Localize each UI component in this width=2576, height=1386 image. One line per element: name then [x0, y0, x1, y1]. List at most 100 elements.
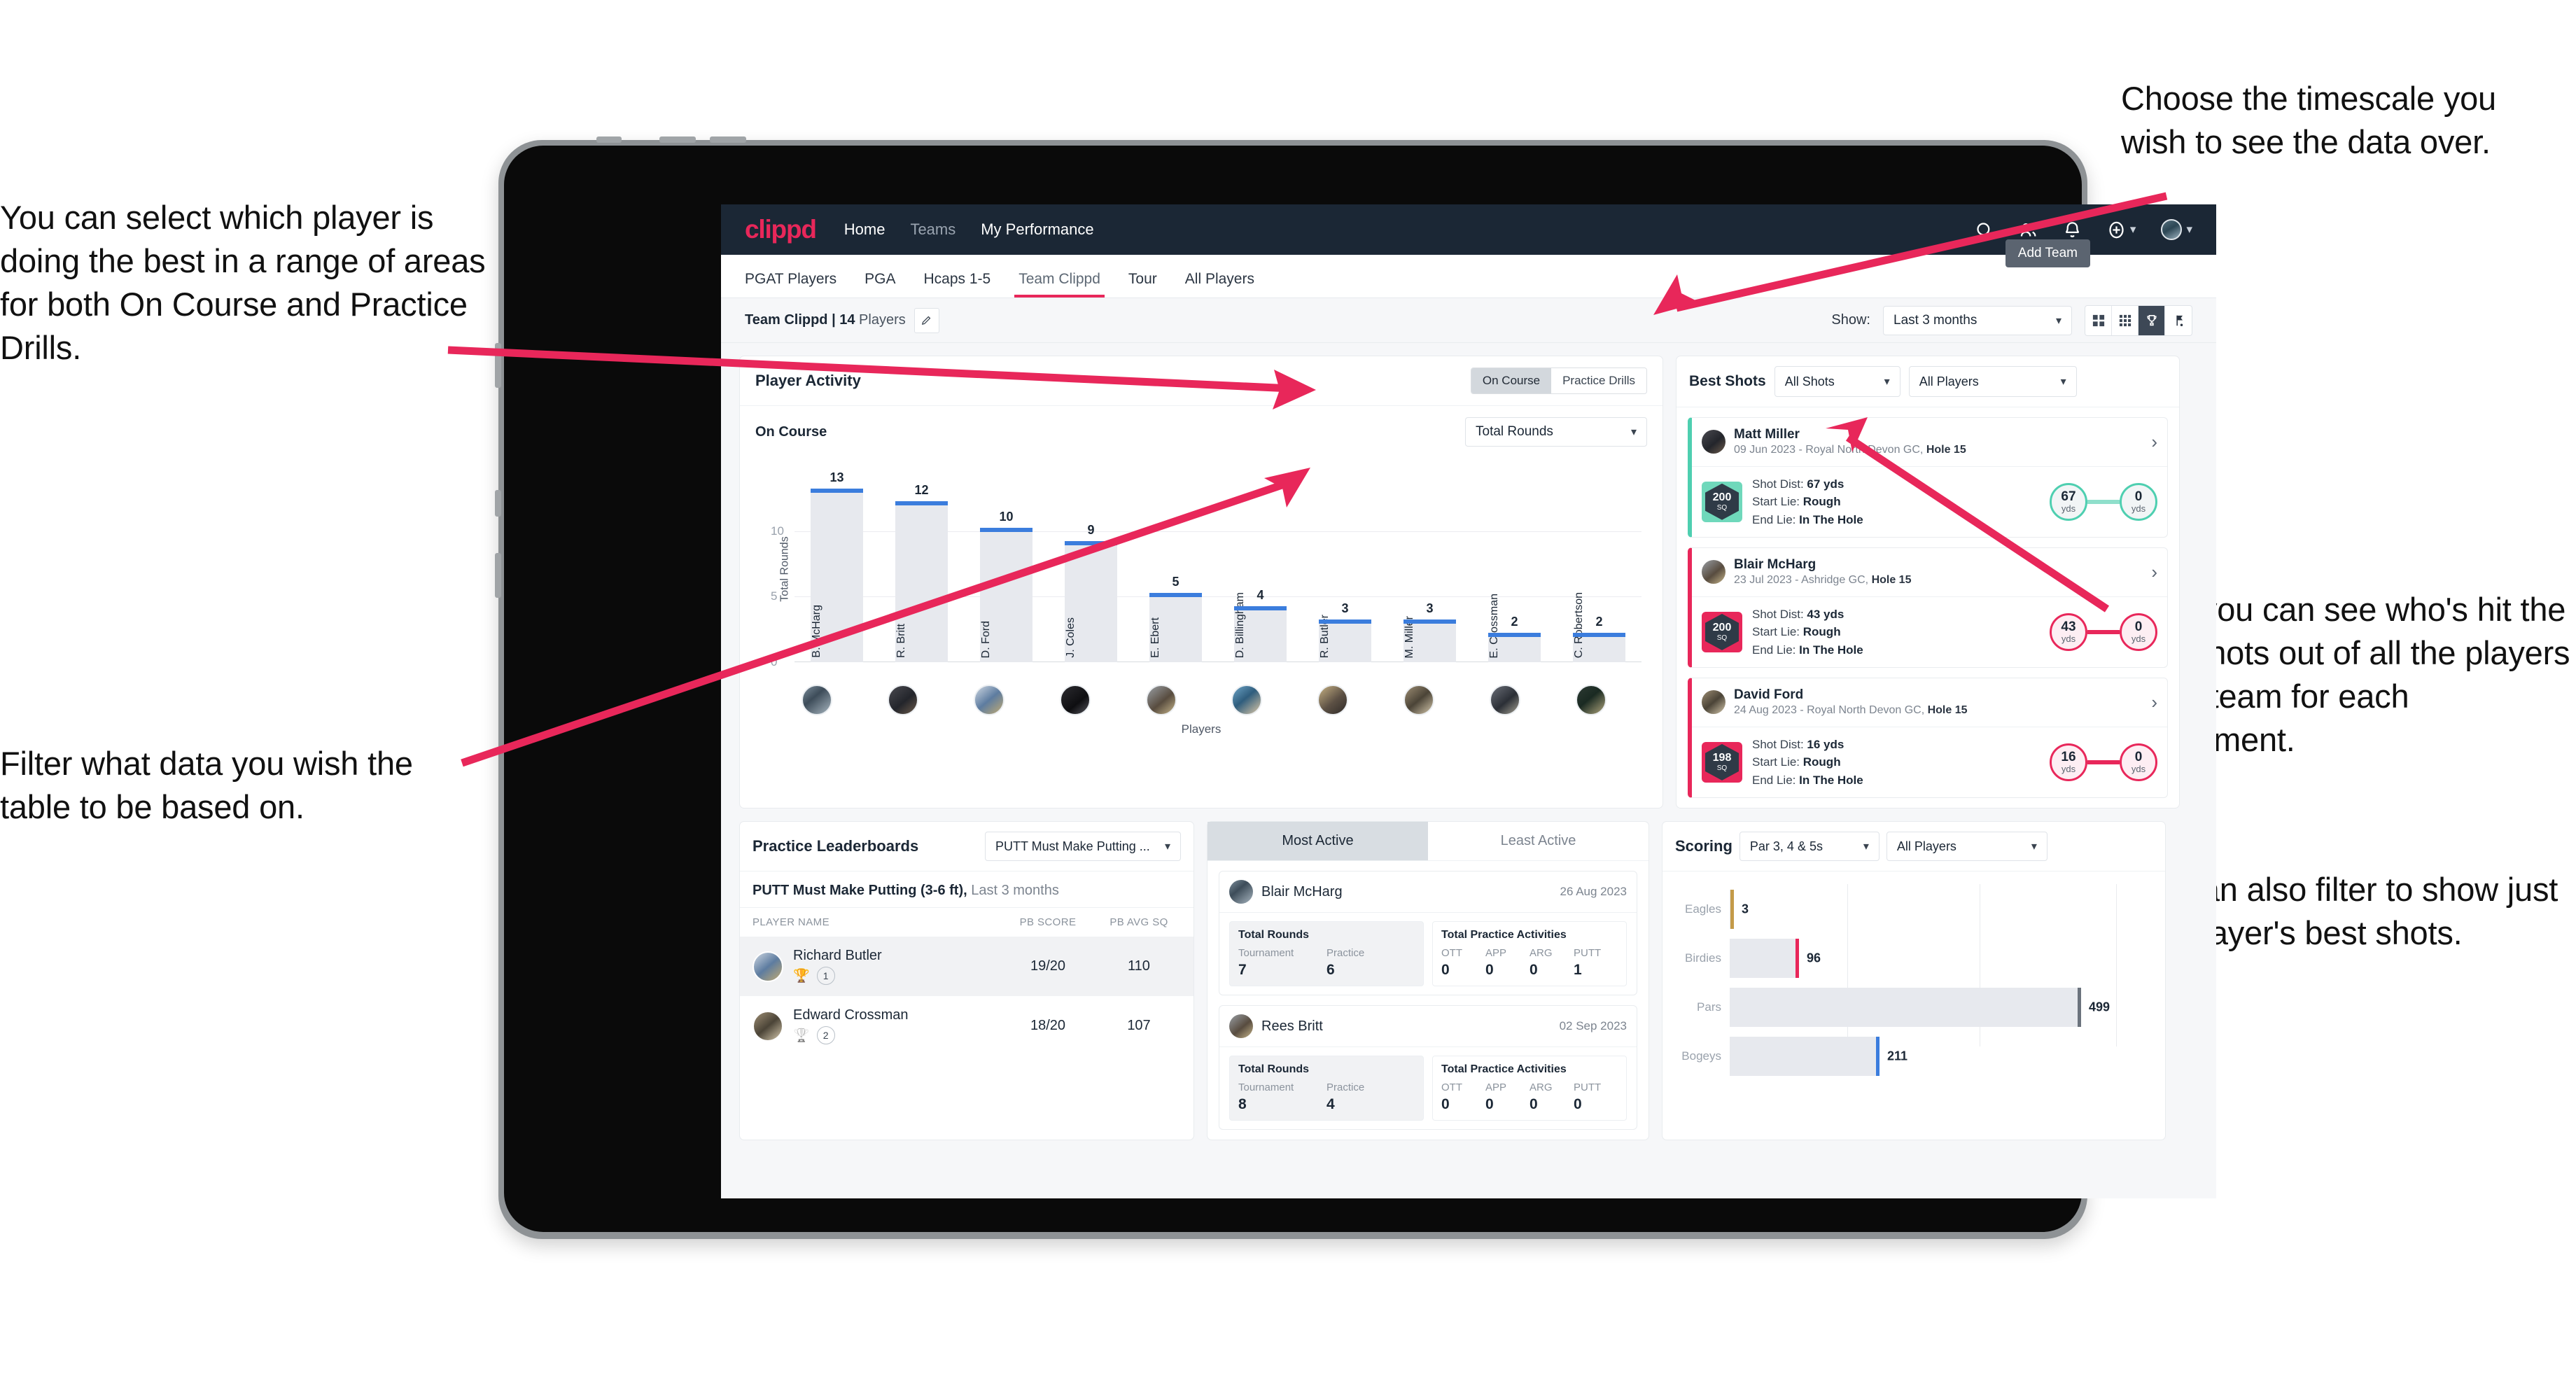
tab-hcaps-1-5[interactable]: Hcaps 1-5	[909, 271, 1004, 298]
column-pb-score: PB SCORE	[1019, 916, 1077, 929]
chart-bar[interactable]: M. Miller	[1403, 616, 1457, 662]
player-activity-subtitle: On Course	[755, 424, 827, 440]
tab-pga[interactable]: PGA	[850, 271, 909, 298]
activity-card: Most Active Least Active Blair McHarg 26 …	[1207, 821, 1649, 1141]
timescale-select[interactable]: Last 3 months ▾	[1883, 305, 2072, 335]
chart-bar[interactable]: B. McHarg	[810, 488, 864, 662]
activity-card-item[interactable]: Rees Britt 02 Sep 2023 Total Rounds Tournam…	[1219, 1005, 1637, 1130]
chart-bar[interactable]: J. Coles	[1064, 540, 1118, 662]
clippd-logo[interactable]: clippd	[745, 215, 817, 244]
end-lie-line: End Lie: In The Hole	[1752, 771, 1863, 790]
player-avatar[interactable]	[887, 685, 918, 715]
toggle-on-course[interactable]: On Course	[1471, 368, 1552, 393]
chart-bar[interactable]: D. Ford	[979, 527, 1033, 662]
scoring-bar-row[interactable]: Birdies 96	[1678, 939, 2150, 979]
best-shot-card[interactable]: David Ford 24 Aug 2023 - Royal North Devo…	[1688, 678, 2168, 799]
tab-least-active[interactable]: Least Active	[1428, 822, 1648, 860]
chart-bar[interactable]: E. Crossman	[1488, 594, 1541, 662]
player-avatar[interactable]	[1059, 685, 1091, 715]
trophy-icon[interactable]	[2138, 305, 2165, 335]
scoring-bar-row[interactable]: Bogeys 211	[1678, 1037, 2150, 1077]
sq-value: 198	[1712, 751, 1732, 764]
flag-icon[interactable]	[2165, 306, 2192, 335]
practice-key: ARG	[1530, 1082, 1553, 1094]
distance-to-value: 0	[2134, 489, 2143, 504]
activity-date: 02 Sep 2023	[1559, 1019, 1627, 1033]
best-shot-card[interactable]: Blair McHarg 23 Jul 2023 - Ashridge GC, H…	[1688, 547, 2168, 668]
rounds-key: Tournament	[1238, 947, 1294, 960]
tab-team-clippd[interactable]: Team Clippd	[1004, 271, 1114, 298]
account-menu[interactable]: ▾	[2161, 219, 2192, 240]
scoring-bar-row[interactable]: Eagles 3	[1678, 890, 2150, 930]
best-shots-list: Matt Miller 09 Jun 2023 - Royal North Dev…	[1676, 417, 2179, 799]
chart-x-axis-title: Players	[1181, 722, 1222, 736]
chart-bar[interactable]: R. Butler	[1318, 615, 1372, 662]
chart-bar-column[interactable]: 10 D. Ford	[964, 479, 1049, 662]
activity-card-body: Total Rounds Tournament 8 Practice 4 Total Pr…	[1219, 1047, 1637, 1129]
chart-bar-column[interactable]: 2 C. Robertson	[1557, 479, 1642, 662]
activity-card-item[interactable]: Blair McHarg 26 Aug 2023 Total Rounds Tourn…	[1219, 871, 1637, 996]
leaderboard-row[interactable]: Richard Butler 🏆 1 19/20 110	[740, 937, 1194, 997]
metric-select[interactable]: Total Rounds ▾	[1465, 417, 1647, 447]
best-shot-meta: 09 Jun 2023 - Royal North Devon GC, Hole…	[1734, 443, 1966, 458]
chart-bar-value: 3	[1341, 601, 1349, 615]
chevron-right-icon[interactable]: ›	[2151, 561, 2157, 583]
chart-bar-column[interactable]: 9 J. Coles	[1049, 479, 1133, 662]
chevron-down-icon: ▾	[2031, 841, 2037, 853]
chart-bar[interactable]: R. Britt	[895, 501, 948, 662]
distance-from-unit: yds	[2061, 763, 2076, 774]
bell-icon[interactable]	[2063, 220, 2082, 239]
scoring-bar-fill	[1730, 939, 1797, 979]
player-avatar[interactable]	[802, 685, 832, 715]
chart-bar[interactable]: D. Billingham	[1233, 592, 1287, 662]
edit-team-button[interactable]	[913, 307, 939, 333]
search-icon[interactable]	[1975, 220, 1994, 239]
best-shots-shot-filter[interactable]: All Shots ▾	[1774, 366, 1900, 397]
chart-bar-column[interactable]: 4 D. Billingham	[1218, 479, 1303, 662]
chart-bar-column[interactable]: 12 R. Britt	[879, 479, 964, 662]
scoring-bar-row[interactable]: Pars 499	[1678, 988, 2150, 1028]
shot-quality-badge: 200 SQ	[1702, 611, 1742, 652]
scoring-player-filter[interactable]: All Players ▾	[1886, 832, 2047, 862]
nav-link-my-performance[interactable]: My Performance	[981, 220, 1093, 239]
tab-all-players[interactable]: All Players	[1171, 271, 1268, 298]
leaderboard-row[interactable]: Edward Crossman 🏆 2 18/20 107	[740, 996, 1194, 1056]
player-avatar[interactable]	[973, 685, 1004, 715]
chart-bar-column[interactable]: 3 R. Butler	[1303, 479, 1387, 662]
player-avatar[interactable]	[1317, 685, 1349, 715]
player-avatar[interactable]	[1490, 685, 1520, 715]
shot-dist-value: 67 yds	[1807, 477, 1844, 491]
scoring-par-filter[interactable]: Par 3, 4 & 5s ▾	[1739, 832, 1879, 862]
nav-link-teams[interactable]: Teams	[910, 220, 955, 239]
tab-most-active[interactable]: Most Active	[1208, 822, 1428, 861]
add-menu[interactable]: ▾	[2107, 220, 2136, 239]
tab-pgat-players[interactable]: PGAT Players	[745, 271, 850, 298]
best-shot-card[interactable]: Matt Miller 09 Jun 2023 - Royal North Dev…	[1688, 417, 2168, 538]
best-shots-player-filter[interactable]: All Players ▾	[1908, 366, 2077, 397]
scoring-bar-cap	[2078, 988, 2081, 1028]
chart-bar-column[interactable]: 13 B. McHarg	[794, 470, 879, 662]
grid-small-icon[interactable]	[2112, 305, 2138, 335]
player-avatar[interactable]	[1404, 685, 1435, 715]
start-lie-label: Start Lie:	[1752, 625, 1803, 639]
player-avatar[interactable]	[1231, 685, 1263, 715]
nav-link-home[interactable]: Home	[844, 220, 886, 239]
chart-bar[interactable]: C. Robertson	[1572, 592, 1626, 662]
team-title: Team Clippd | 14 Players	[745, 312, 906, 328]
tab-tour[interactable]: Tour	[1114, 271, 1171, 298]
chart-bar[interactable]: E. Ebert	[1149, 593, 1203, 662]
player-avatar[interactable]	[1575, 685, 1606, 715]
plus-circle-icon[interactable]	[2107, 220, 2126, 239]
chevron-right-icon[interactable]: ›	[2151, 692, 2157, 713]
grid-large-icon[interactable]	[2085, 305, 2112, 335]
toggle-practice-drills[interactable]: Practice Drills	[1551, 368, 1646, 393]
trophy-icon: 🏆	[793, 1028, 810, 1044]
chevron-right-icon[interactable]: ›	[2151, 431, 2157, 453]
drill-select[interactable]: PUTT Must Make Putting ... ▾	[985, 832, 1181, 862]
avatar[interactable]	[2161, 219, 2183, 240]
chart-bar-column[interactable]: 5 E. Ebert	[1133, 479, 1218, 662]
people-icon[interactable]	[2019, 220, 2038, 239]
player-avatar[interactable]	[1145, 685, 1177, 715]
chart-bar-column[interactable]: 2 E. Crossman	[1472, 479, 1557, 662]
chart-bar-column[interactable]: 3 M. Miller	[1387, 479, 1472, 662]
